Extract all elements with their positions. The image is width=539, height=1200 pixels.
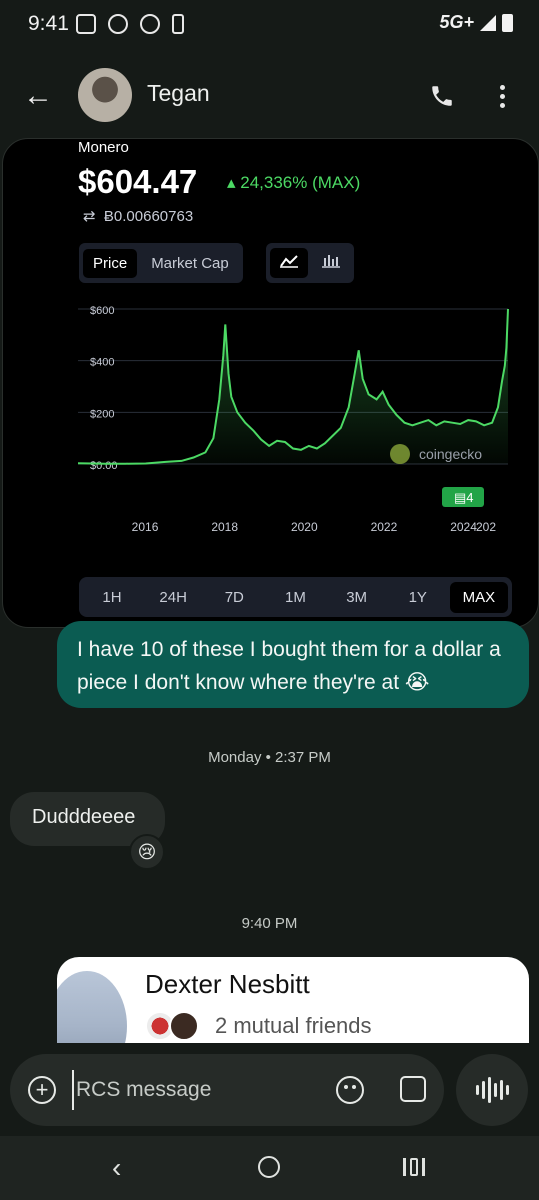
phone-device-icon xyxy=(172,14,184,34)
price-change: ▴ 24,336% (MAX) xyxy=(227,173,361,192)
x-tick-label: 202 xyxy=(476,520,496,534)
instagram-icon xyxy=(108,14,128,34)
range-7d[interactable]: 7D xyxy=(205,582,263,613)
more-vert-icon[interactable] xyxy=(482,76,522,116)
mutual-avatars xyxy=(145,1011,199,1041)
tab-market-cap[interactable]: Market Cap xyxy=(141,249,239,278)
btc-price: ⇄ Ƀ0.00660763 xyxy=(83,208,194,225)
status-bar: 9:41 5G+ xyxy=(0,0,539,54)
range-3m[interactable]: 3M xyxy=(328,582,386,613)
outgoing-message[interactable]: I have 10 of these I bought them for a d… xyxy=(57,621,529,708)
gallery-icon[interactable] xyxy=(400,1076,426,1102)
range-1y[interactable]: 1Y xyxy=(389,582,447,613)
time-divider: 9:40 PM xyxy=(241,915,298,932)
nav-home-icon[interactable] xyxy=(258,1156,280,1178)
network-type: 5G+ xyxy=(439,12,474,32)
coingecko-logo xyxy=(390,444,410,464)
range-24h[interactable]: 24H xyxy=(144,582,202,613)
x-tick-label: 2018 xyxy=(211,520,238,534)
x-tick-label: 2016 xyxy=(132,520,159,534)
conversation-header: ← Tegan xyxy=(0,54,539,138)
compose-bar: + xyxy=(10,1054,444,1126)
event-badge-label: ▤4 xyxy=(454,490,474,505)
range-1h[interactable]: 1H xyxy=(83,582,141,613)
y-tick-label: $200 xyxy=(90,408,114,420)
price-chart[interactable]: $0.00 $200 $400 $600 coingecko ▤4 2016 2018 2020… xyxy=(77,299,518,559)
range-selector: 1H 24H 7D 1M 3M 1Y MAX xyxy=(79,577,512,617)
x-tick-label: 2020 xyxy=(291,520,318,534)
arrow-back-icon[interactable]: ← xyxy=(18,76,58,116)
signal-icon xyxy=(480,14,496,31)
range-max[interactable]: MAX xyxy=(449,581,508,613)
mutual-avatar xyxy=(169,1011,199,1041)
date-divider: Monday • 2:37 PM xyxy=(208,749,331,766)
voice-message-icon[interactable] xyxy=(456,1054,528,1126)
x-tick-label: 2024 xyxy=(450,520,477,534)
nav-recents-icon[interactable] xyxy=(403,1158,425,1176)
notification-icons xyxy=(76,14,184,34)
news-icon xyxy=(76,14,96,34)
y-tick-label: $400 xyxy=(90,357,114,369)
price-type-tabs: Price Market Cap xyxy=(79,243,243,283)
price-area xyxy=(78,309,508,464)
coingecko-watermark: coingecko xyxy=(419,446,482,462)
chart-view-toggle xyxy=(266,243,354,283)
nav-back-icon[interactable]: ‹ xyxy=(112,1152,121,1184)
y-tick-label: $600 xyxy=(90,305,114,317)
image-message[interactable]: Monero $604.47 ▴ 24,336% (MAX) ⇄ Ƀ0.0066… xyxy=(0,138,539,630)
status-time: 9:41 xyxy=(28,12,69,35)
avatar[interactable] xyxy=(78,68,132,122)
search-sparkle-icon xyxy=(140,14,160,34)
contact-name[interactable]: Tegan xyxy=(147,80,210,107)
add-icon[interactable]: + xyxy=(28,1076,56,1104)
coin-price: $604.47 xyxy=(78,163,198,200)
system-nav-bar: ‹ xyxy=(0,1136,539,1200)
candlestick-icon[interactable] xyxy=(312,248,350,278)
mutual-friends: 2 mutual friends xyxy=(215,1013,372,1038)
reaction-emoji[interactable]: 😢 xyxy=(129,834,165,870)
crypto-screenshot[interactable]: Monero $604.47 ▴ 24,336% (MAX) ⇄ Ƀ0.0066… xyxy=(2,138,539,628)
contact-card[interactable]: Dexter Nesbitt 2 mutual friends xyxy=(57,957,529,1043)
phone-icon[interactable] xyxy=(422,76,462,116)
message-input[interactable] xyxy=(72,1070,322,1110)
tab-price[interactable]: Price xyxy=(83,248,138,278)
x-tick-label: 2022 xyxy=(371,520,398,534)
contact-photo xyxy=(57,971,127,1043)
y-tick-label: $0.00 xyxy=(90,460,118,472)
chart-svg: $0.00 $200 $400 $600 coingecko ▤4 2016 2018 2020… xyxy=(77,305,509,534)
status-right: 5G+ xyxy=(439,12,513,33)
contact-card-name: Dexter Nesbitt xyxy=(145,969,310,999)
emoji-icon[interactable] xyxy=(336,1076,364,1104)
line-chart-icon[interactable] xyxy=(270,248,308,278)
coin-name: Monero xyxy=(78,139,129,156)
range-1m[interactable]: 1M xyxy=(266,582,324,613)
battery-icon xyxy=(502,13,513,32)
